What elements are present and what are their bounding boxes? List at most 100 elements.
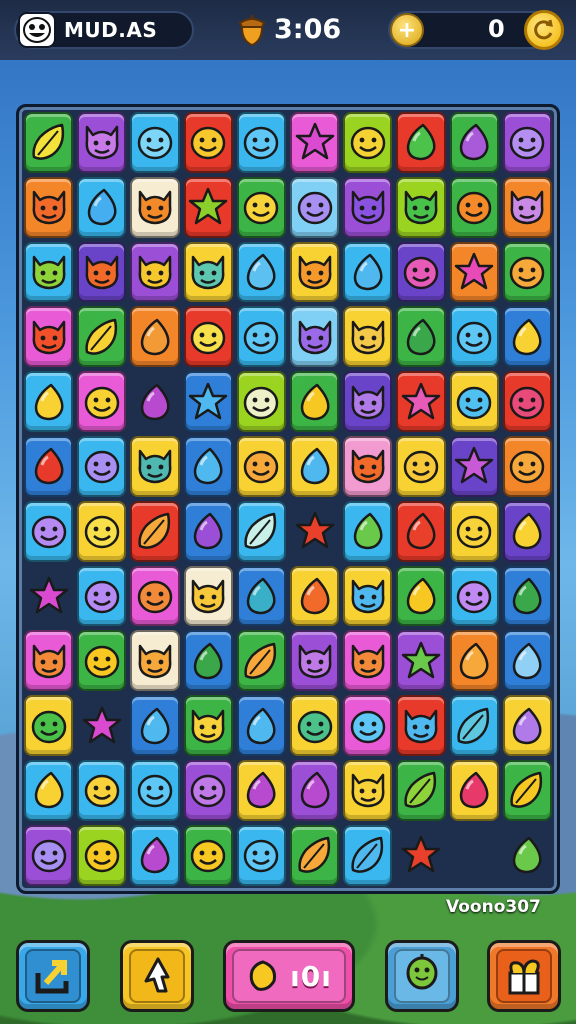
game-tile-r11-c2[interactable] <box>77 759 127 821</box>
game-tile-r1-c2[interactable] <box>77 112 127 173</box>
game-tile-r10-c2[interactable] <box>77 695 126 756</box>
game-tile-r3-c9[interactable] <box>449 241 499 303</box>
gold-coin-icon[interactable] <box>524 10 564 50</box>
game-tile-r6-c8[interactable] <box>396 435 446 497</box>
game-tile-r4-c8[interactable] <box>396 306 446 368</box>
game-tile-r9-c5[interactable] <box>236 630 286 692</box>
game-tile-r9-c7[interactable] <box>343 630 393 692</box>
plus-icon[interactable]: + <box>390 13 424 47</box>
game-tile-r3-c7[interactable] <box>343 241 393 303</box>
game-tile-r4-c3[interactable] <box>130 306 180 368</box>
game-tile-r11-c4[interactable] <box>183 759 233 821</box>
game-tile-r5-c8[interactable] <box>396 371 446 432</box>
game-tile-r5-c9[interactable] <box>449 371 499 432</box>
game-tile-r6-c1[interactable] <box>24 435 74 497</box>
game-tile-r7-c3[interactable] <box>130 500 180 562</box>
game-tile-r9-c1[interactable] <box>24 630 74 692</box>
game-tile-r5-c6[interactable] <box>289 371 340 432</box>
game-tile-r5-c7[interactable] <box>343 371 393 432</box>
game-tile-r12-c5[interactable] <box>236 824 286 886</box>
game-tile-r8-c3[interactable] <box>130 565 180 627</box>
game-tile-r12-c4[interactable] <box>183 824 233 886</box>
game-tile-r5-c1[interactable] <box>24 371 74 432</box>
game-tile-r7-c7[interactable] <box>343 500 393 562</box>
game-tile-r1-c10[interactable] <box>502 112 552 173</box>
game-tile-r6-c3[interactable] <box>130 435 180 497</box>
game-tile-r3-c1[interactable] <box>24 241 74 303</box>
game-tile-r2-c5[interactable] <box>236 176 286 238</box>
game-tile-r9-c6[interactable] <box>289 630 340 692</box>
game-tile-r2-c10[interactable] <box>502 176 552 238</box>
game-tile-r10-c6[interactable] <box>289 695 340 756</box>
game-tile-r7-c1[interactable] <box>24 500 74 562</box>
game-tile-r6-c10[interactable] <box>502 435 552 497</box>
game-tile-r7-c10[interactable] <box>502 500 552 562</box>
game-tile-r12-c6[interactable] <box>289 824 340 886</box>
game-tile-r6-c4[interactable] <box>183 435 233 497</box>
game-tile-r8-c10[interactable] <box>502 565 552 627</box>
game-tile-r7-c8[interactable] <box>396 500 446 562</box>
game-tile-r10-c5[interactable] <box>236 695 286 756</box>
game-tile-r11-c10[interactable] <box>502 759 552 821</box>
game-tile-r12-c7[interactable] <box>343 824 393 886</box>
game-tile-r1-c1[interactable] <box>24 112 74 173</box>
game-tile-r6-c2[interactable] <box>77 435 127 497</box>
game-tile-r9-c9[interactable] <box>449 630 499 692</box>
game-tile-r8-c9[interactable] <box>449 565 499 627</box>
game-tile-r7-c9[interactable] <box>449 500 499 562</box>
game-tile-r10-c9[interactable] <box>449 695 499 756</box>
game-tile-r8-c6[interactable] <box>289 565 340 627</box>
game-tile-r5-c2[interactable] <box>77 371 127 432</box>
game-tile-r8-c4[interactable] <box>183 565 233 627</box>
game-tile-r5-c4[interactable] <box>183 371 233 432</box>
game-tile-r12-c2[interactable] <box>77 824 127 886</box>
game-tile-r6-c9[interactable] <box>449 435 499 497</box>
game-tile-r5-c10[interactable] <box>502 371 552 432</box>
game-tile-r2-c4[interactable] <box>183 176 233 238</box>
game-tile-r11-c9[interactable] <box>449 759 499 821</box>
game-tile-r1-c6[interactable] <box>289 112 340 173</box>
game-tile-r4-c10[interactable] <box>502 306 552 368</box>
game-tile-r2-c2[interactable] <box>77 176 127 238</box>
back-button[interactable] <box>16 940 90 1012</box>
game-tile-r12-c10[interactable] <box>503 825 552 886</box>
game-tile-r1-c8[interactable] <box>396 112 446 173</box>
game-tile-r7-c4[interactable] <box>183 500 233 562</box>
game-tile-r8-c7[interactable] <box>343 565 393 627</box>
game-tile-r9-c10[interactable] <box>502 630 552 692</box>
game-tile-r10-c7[interactable] <box>343 695 393 756</box>
game-tile-r9-c3[interactable] <box>130 630 180 692</box>
avatar[interactable] <box>18 12 56 48</box>
game-tile-r4-c4[interactable] <box>183 306 233 368</box>
game-tile-r1-c3[interactable] <box>130 112 180 173</box>
game-tile-r10-c1[interactable] <box>24 695 74 756</box>
game-tile-r8-c8[interactable] <box>396 565 446 627</box>
game-tile-r2-c3[interactable] <box>130 176 180 238</box>
game-tile-r7-c5[interactable] <box>236 500 286 562</box>
game-tile-r11-c5[interactable] <box>236 759 286 821</box>
game-tile-r1-c7[interactable] <box>343 112 393 173</box>
game-tile-r6-c5[interactable] <box>236 435 286 497</box>
game-tile-r3-c8[interactable] <box>396 241 446 303</box>
game-tile-r2-c7[interactable] <box>343 176 393 238</box>
game-tile-r3-c5[interactable] <box>236 241 286 303</box>
game-tile-r8-c1[interactable] <box>24 566 73 627</box>
game-tile-r12-c1[interactable] <box>24 824 74 886</box>
game-tile-r9-c2[interactable] <box>77 630 127 692</box>
game-tile-r11-c3[interactable] <box>130 759 180 821</box>
game-tile-r8-c5[interactable] <box>236 565 286 627</box>
shop-button[interactable] <box>487 940 561 1012</box>
game-tile-r8-c2[interactable] <box>77 565 127 627</box>
game-tile-r3-c3[interactable] <box>130 241 180 303</box>
game-tile-r4-c7[interactable] <box>343 306 393 368</box>
game-tile-r4-c6[interactable] <box>289 306 340 368</box>
game-tile-r4-c2[interactable] <box>77 306 127 368</box>
character-button[interactable] <box>385 940 459 1012</box>
game-tile-r3-c2[interactable] <box>77 241 127 303</box>
game-tile-r11-c7[interactable] <box>343 759 393 821</box>
game-tile-r6-c6[interactable] <box>289 435 340 497</box>
game-tile-r10-c10[interactable] <box>502 695 552 756</box>
game-tile-r1-c9[interactable] <box>449 112 499 173</box>
game-tile-r11-c6[interactable] <box>289 759 340 821</box>
game-tile-r9-c4[interactable] <box>183 630 233 692</box>
